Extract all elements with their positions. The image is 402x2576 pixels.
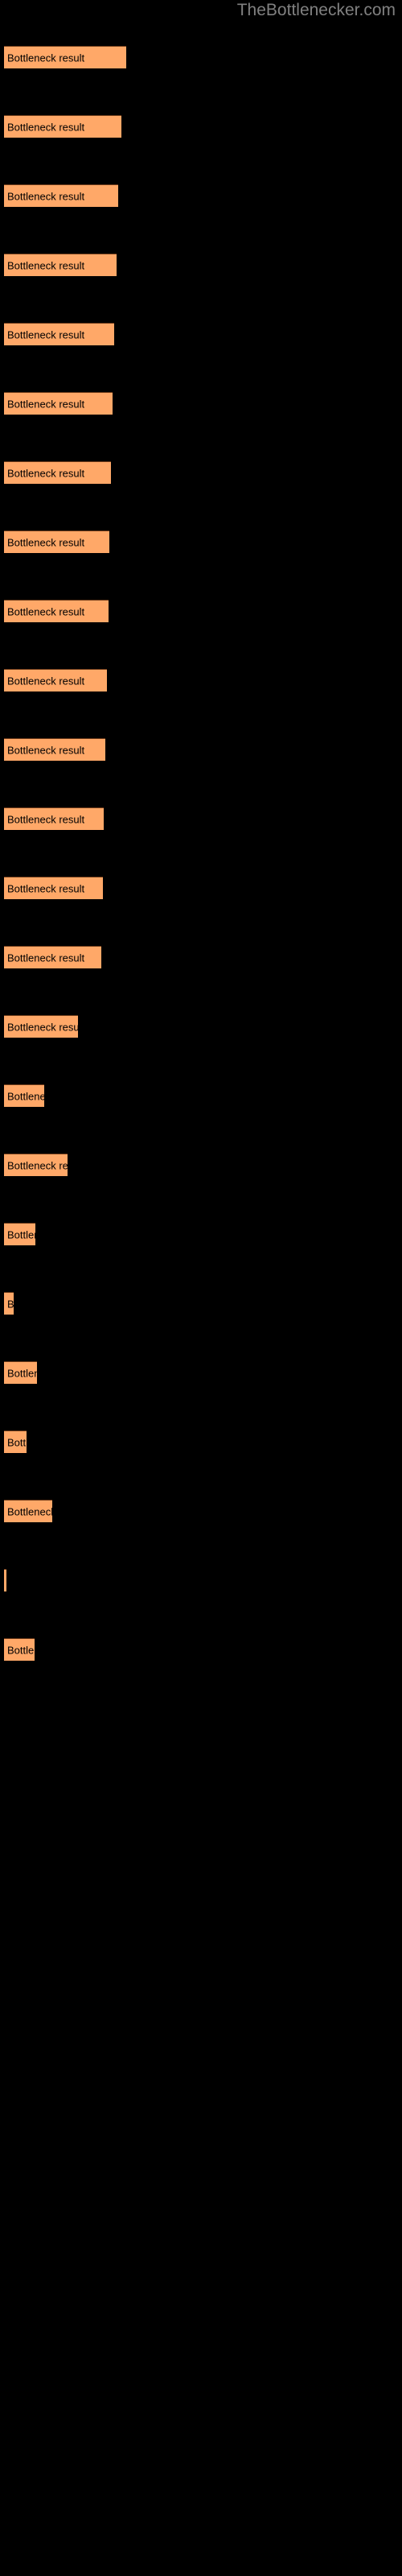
bar[interactable]: Bottleneck result [4, 1361, 37, 1384]
bar-label: Bottleneck result [7, 328, 85, 341]
bar-label: Bottleneck result [7, 1228, 35, 1241]
bar[interactable]: Bottleneck result [4, 946, 101, 968]
bar-label: Bottleneck result [7, 1159, 68, 1171]
bar-label: Bottleneck result [7, 536, 85, 548]
bar[interactable]: Bottleneck result [4, 254, 117, 276]
bar-label: Bottleneck result [7, 1298, 14, 1310]
bar[interactable]: Bottleneck result [4, 600, 109, 622]
bar[interactable]: Bottleneck result [4, 1638, 35, 1661]
bar-label: Bottleneck result [7, 882, 85, 894]
bar[interactable]: Bottleneck result [4, 1223, 35, 1245]
bar[interactable]: Bottleneck result [4, 807, 104, 830]
bar-label: Bottleneck result [7, 744, 85, 756]
bar-label: Bottleneck result [7, 1644, 35, 1656]
bar-label: Bottleneck result [7, 813, 85, 825]
bar-label: Bottleneck result [7, 1090, 44, 1102]
bar-label: Bottleneck result [7, 1505, 52, 1517]
bar[interactable]: Bottleneck result [4, 1430, 27, 1453]
bar-label: Bottleneck result [7, 605, 85, 617]
bar[interactable]: Bottleneck result [4, 46, 126, 68]
bar-label: Bottleneck result [7, 952, 85, 964]
bar-label: Bottleneck result [7, 467, 85, 479]
bar[interactable]: Bottleneck result [4, 530, 109, 553]
bar-list: Bottleneck result Bottleneck result Bottle… [0, 0, 402, 2576]
bar-label: Bottleneck result [7, 1367, 37, 1379]
bar[interactable]: Bottleneck result [4, 184, 118, 207]
bar-label: Bottleneck result [7, 52, 85, 64]
bar-label: Bottleneck result [7, 1021, 78, 1033]
bar-label: Bottleneck result [7, 398, 85, 410]
bar[interactable]: Bottleneck result [4, 1084, 44, 1107]
bar[interactable]: Bottleneck result [4, 1015, 78, 1038]
bar[interactable]: Bottleneck result [4, 323, 114, 345]
bar-label: Bottleneck result [7, 121, 85, 133]
bar-label: Bottleneck result [7, 675, 85, 687]
bar[interactable]: Bottleneck result [4, 1569, 6, 1591]
bar[interactable]: Bottleneck result [4, 1154, 68, 1176]
bar-label: Bottleneck result [7, 1436, 27, 1448]
bar[interactable]: Bottleneck result [4, 877, 103, 899]
bar[interactable]: Bottleneck result [4, 115, 121, 138]
bar[interactable]: Bottleneck result [4, 461, 111, 484]
bar-label: Bottleneck result [7, 190, 85, 202]
bottleneck-chart: TheBottlenecker.com Bottleneck result Bot… [0, 0, 402, 2576]
bar-label: Bottleneck result [7, 259, 85, 271]
bar[interactable]: Bottleneck result [4, 1292, 14, 1315]
bar[interactable]: Bottleneck result [4, 1500, 52, 1522]
bar[interactable]: Bottleneck result [4, 392, 113, 415]
bar[interactable]: Bottleneck result [4, 669, 107, 691]
bar[interactable]: Bottleneck result [4, 738, 105, 761]
